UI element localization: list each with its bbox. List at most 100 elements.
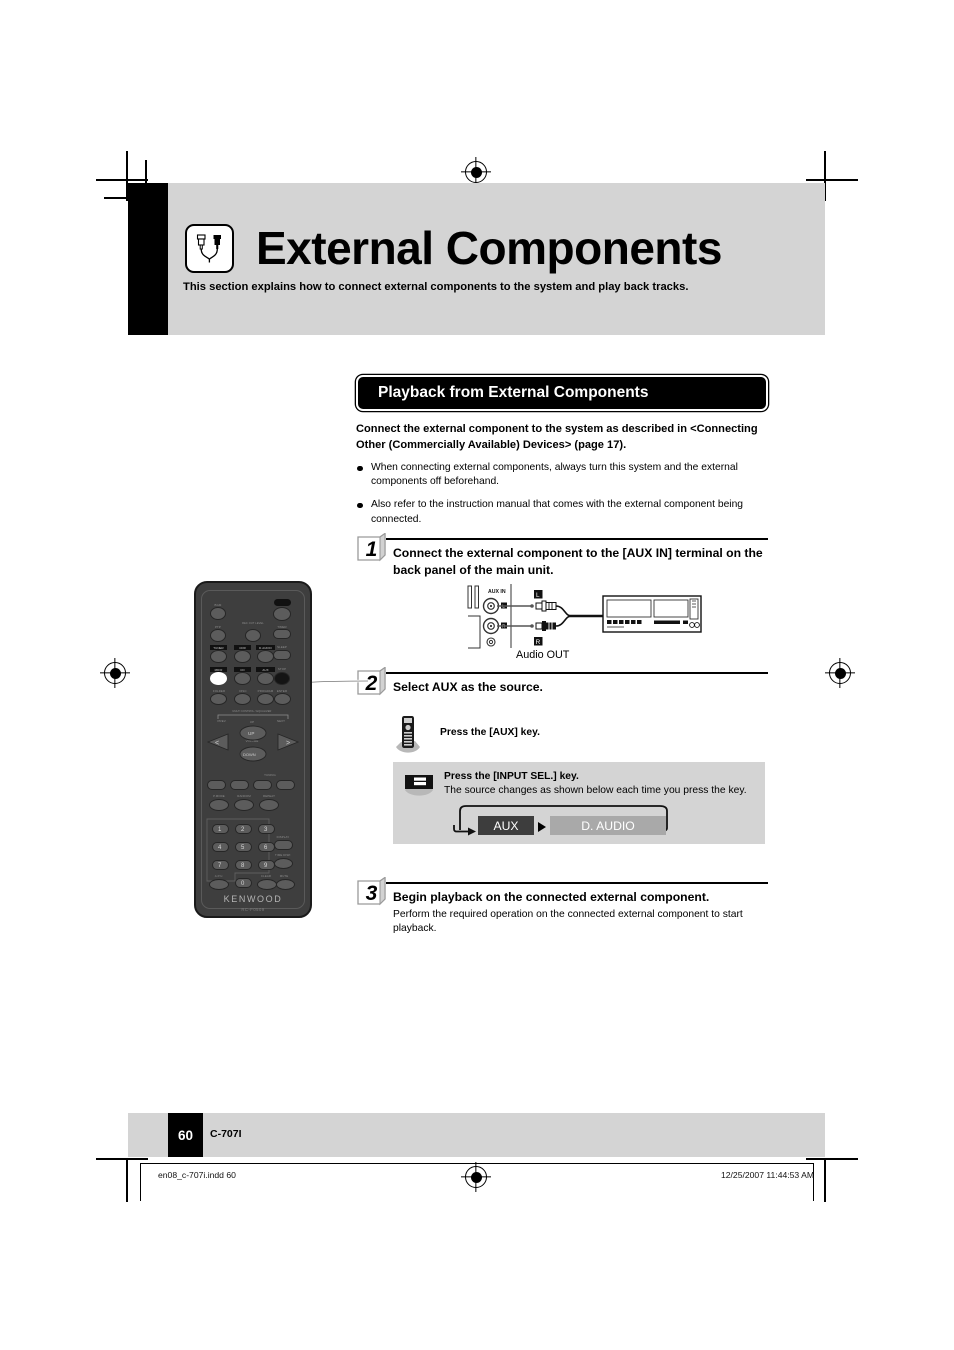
- remote-key-4[interactable]: [212, 842, 229, 852]
- manual-page: External Components This section explain…: [0, 0, 954, 1350]
- audio-out-caption: Audio OUT: [516, 649, 570, 661]
- remote-label-time-disp: TIME DISP.: [275, 853, 291, 857]
- page-number: 60: [168, 1113, 203, 1157]
- step-title: Begin playback on the connected external…: [393, 890, 710, 904]
- input-sel-title: Press the [INPUT SEL.] key.: [444, 771, 579, 782]
- remote-key-5[interactable]: [235, 842, 252, 852]
- remote-key-cd[interactable]: [234, 672, 251, 685]
- remote-label-rec-out-level: REC OUT LEVEL: [242, 622, 264, 625]
- step-2: 2 Select AUX as the source. Press the [A…: [356, 667, 768, 862]
- remote-key-prev-track[interactable]: [207, 780, 226, 790]
- step-divider: [386, 538, 768, 540]
- page-title: External Components: [256, 222, 722, 274]
- remote-key-hint-text: Press the [AUX] key.: [440, 727, 540, 738]
- crop-mark: [96, 179, 148, 181]
- remote-key-enter[interactable]: [274, 693, 291, 705]
- remote-key-time-disp[interactable]: [274, 858, 293, 869]
- remote-key-timer[interactable]: [273, 629, 291, 639]
- remote-key-disc[interactable]: [234, 693, 251, 705]
- remote-key-mute[interactable]: [276, 879, 295, 890]
- remote-key-3[interactable]: [258, 824, 275, 834]
- remote-key-random[interactable]: [234, 799, 254, 811]
- remote-label-repeat: REPEAT: [263, 794, 275, 798]
- remote-key-6[interactable]: [258, 842, 275, 852]
- remote-key-ptp[interactable]: [210, 629, 226, 642]
- main-unit-icon: [404, 772, 434, 798]
- bullet-dot-icon: [357, 502, 363, 509]
- step-number-badge: 3: [356, 877, 387, 908]
- crop-mark: [806, 1158, 858, 1160]
- step-number: 1: [365, 538, 378, 561]
- svg-text:<: <: [215, 740, 219, 747]
- remote-key-folder[interactable]: [210, 693, 227, 705]
- input-sel-desc: The source changes as shown below each t…: [444, 785, 747, 796]
- registration-mark: [104, 662, 126, 684]
- flow-arrow-icon: [538, 822, 546, 832]
- section-heading: Playback from External Components: [356, 375, 768, 411]
- step-title: Connect the external component to the [A…: [393, 546, 763, 577]
- remote-control-illustration: BGM PTP REC OUT LEVEL TIMER TUNER CDR D.…: [194, 581, 312, 918]
- svg-text:L: L: [536, 592, 540, 599]
- aux-connection-diagram: AUX IN L R L R: [464, 582, 704, 660]
- remote-label-p-mode: P.MODE: [213, 794, 225, 798]
- remote-key-9[interactable]: [258, 860, 275, 870]
- print-frame-top: [140, 1163, 813, 1164]
- remote-key-2[interactable]: [235, 824, 252, 834]
- remote-control-icon: [393, 714, 425, 754]
- remote-key-7[interactable]: [212, 860, 229, 870]
- intro-bullet-list: When connecting external components, alw…: [356, 461, 768, 527]
- remote-key-stop[interactable]: [274, 672, 290, 685]
- remote-label-random: RANDOM: [237, 794, 251, 798]
- remote-label-next: NEXT: [276, 719, 286, 723]
- list-item: Also refer to the instruction manual tha…: [356, 498, 768, 526]
- remote-key-dimmer[interactable]: [274, 840, 293, 850]
- remote-key-8[interactable]: [235, 860, 252, 870]
- remote-key-p-mode[interactable]: [209, 799, 229, 811]
- crop-mark: [96, 1158, 148, 1160]
- power-icon[interactable]: [274, 599, 291, 606]
- footer-model-name: C-707I: [210, 1128, 242, 1140]
- svg-text:AUX IN: AUX IN: [488, 589, 506, 595]
- section-heading-label: Playback from External Components: [378, 384, 649, 401]
- remote-key-apu[interactable]: [209, 879, 229, 890]
- input-sel-panel: Press the [INPUT SEL.] key. The source c…: [393, 762, 765, 844]
- remote-key-hint: Press the [AUX] key.: [393, 714, 765, 754]
- remote-key-d-audio[interactable]: [257, 650, 274, 663]
- remote-key-program[interactable]: [257, 693, 274, 705]
- step-body: Perform the required operation on the co…: [393, 909, 743, 935]
- registration-mark: [465, 161, 487, 183]
- remote-key-rec-out-level[interactable]: [245, 629, 261, 642]
- remote-key-bgm[interactable]: [210, 607, 226, 620]
- remote-label-tuning: TUNING: [264, 773, 276, 777]
- remote-label-stop: STOP: [277, 667, 287, 671]
- remote-key-aux-highlighted[interactable]: [210, 672, 227, 685]
- bullet-dot-icon: [357, 465, 363, 471]
- rca-plug-icon: [185, 224, 234, 273]
- source-option-aux: AUX: [478, 816, 534, 835]
- remote-label-apu: A.P.U.: [214, 874, 224, 878]
- remote-key-tuner[interactable]: [210, 650, 227, 663]
- remote-key-next-track[interactable]: [230, 780, 249, 790]
- remote-key-power[interactable]: [273, 607, 291, 621]
- remote-label-prev: PREV.: [217, 719, 227, 723]
- source-option-d-audio-label: D. AUDIO: [581, 818, 635, 833]
- step-divider: [386, 882, 768, 884]
- remote-key-repeat[interactable]: [259, 799, 279, 811]
- intro-lead-text: Connect the external component to the sy…: [356, 423, 758, 451]
- remote-brand-logo: KENWOOD: [223, 894, 283, 904]
- svg-text:>: >: [286, 740, 290, 747]
- remote-key-0[interactable]: [235, 878, 252, 888]
- remote-key-rewind[interactable]: [253, 780, 272, 790]
- source-option-aux-label: AUX: [493, 818, 519, 833]
- remote-key-cdr[interactable]: [234, 650, 251, 663]
- svg-text:DOWN: DOWN: [243, 752, 256, 757]
- remote-key-1[interactable]: [212, 824, 229, 834]
- remote-label-display: DISPLAY: [276, 835, 290, 839]
- remote-key-sleep[interactable]: [273, 650, 291, 660]
- remote-key-clear[interactable]: [257, 879, 277, 890]
- crop-mark: [824, 1158, 826, 1202]
- print-frame-left: [140, 1163, 141, 1201]
- remote-key-aux[interactable]: [257, 672, 274, 685]
- section-intro: Connect the external component to the sy…: [356, 422, 768, 536]
- remote-key-fast-forward[interactable]: [276, 780, 295, 790]
